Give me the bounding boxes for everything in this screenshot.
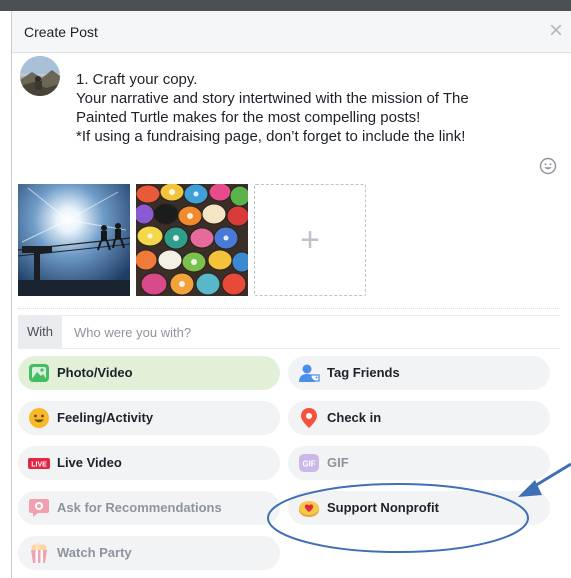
composer-line-4: *If using a fundraising page, don’t forg… <box>76 128 466 145</box>
smiley-icon <box>28 407 50 429</box>
feeling-activity-button[interactable]: Feeling/Activity <box>18 401 280 435</box>
watch-party-label: Watch Party <box>57 545 132 560</box>
location-pin-icon <box>298 407 320 429</box>
with-friends-input[interactable] <box>66 316 562 348</box>
tag-friends-label: Tag Friends <box>327 365 400 380</box>
watch-party-button[interactable]: Watch Party <box>18 536 280 570</box>
tag-friends-button[interactable]: Tag Friends <box>288 356 550 390</box>
post-text-area[interactable]: 1. Craft your copy. Your narrative and s… <box>76 70 536 146</box>
gif-label: GIF <box>327 455 349 470</box>
with-row: With <box>18 315 562 349</box>
with-label: With <box>18 316 62 348</box>
avatar <box>20 56 60 96</box>
live-badge-text: LIVE <box>31 461 47 468</box>
add-media-button[interactable]: + <box>254 184 366 296</box>
composer-line-1: 1. Craft your copy. <box>76 71 198 88</box>
top-dark-bar <box>0 0 571 11</box>
feeling-activity-label: Feeling/Activity <box>57 410 154 425</box>
check-in-button[interactable]: Check in <box>288 401 550 435</box>
tag-friends-icon <box>298 362 320 384</box>
support-nonprofit-label: Support Nonprofit <box>327 500 439 515</box>
photo-video-button[interactable]: Photo/Video <box>18 356 280 390</box>
recommendation-bubble-icon <box>28 497 50 519</box>
composer-line-2: Your narrative and story intertwined wit… <box>76 90 469 107</box>
check-in-label: Check in <box>327 410 382 425</box>
photo-thumbnail-painted-rocks[interactable] <box>136 184 248 296</box>
live-video-button[interactable]: LIVE Live Video <box>18 446 280 480</box>
ask-recommendations-label: Ask for Recommendations <box>57 500 222 515</box>
avatar-photo <box>20 56 60 96</box>
close-icon[interactable]: × <box>544 19 568 43</box>
divider <box>18 308 560 309</box>
support-nonprofit-button[interactable]: Support Nonprofit <box>288 491 550 525</box>
donation-heart-icon <box>298 497 320 519</box>
live-video-label: Live Video <box>57 455 122 470</box>
gif-button[interactable]: GIF GIF <box>288 446 550 480</box>
dialog-title: Create Post <box>24 24 98 40</box>
composer-line-3: Painted Turtle makes for the most compel… <box>76 109 421 126</box>
emoji-picker-icon[interactable] <box>539 157 557 180</box>
gif-badge-text: GIF <box>302 460 315 469</box>
live-icon: LIVE <box>28 452 50 474</box>
gif-icon: GIF <box>298 452 320 474</box>
photo-thumbnail-zipline[interactable] <box>18 184 130 296</box>
photo-icon <box>28 362 50 384</box>
photo-video-label: Photo/Video <box>57 365 133 380</box>
dialog-header: Create Post × <box>12 11 571 53</box>
ask-recommendations-button[interactable]: Ask for Recommendations <box>18 491 280 525</box>
popcorn-icon <box>28 542 50 564</box>
